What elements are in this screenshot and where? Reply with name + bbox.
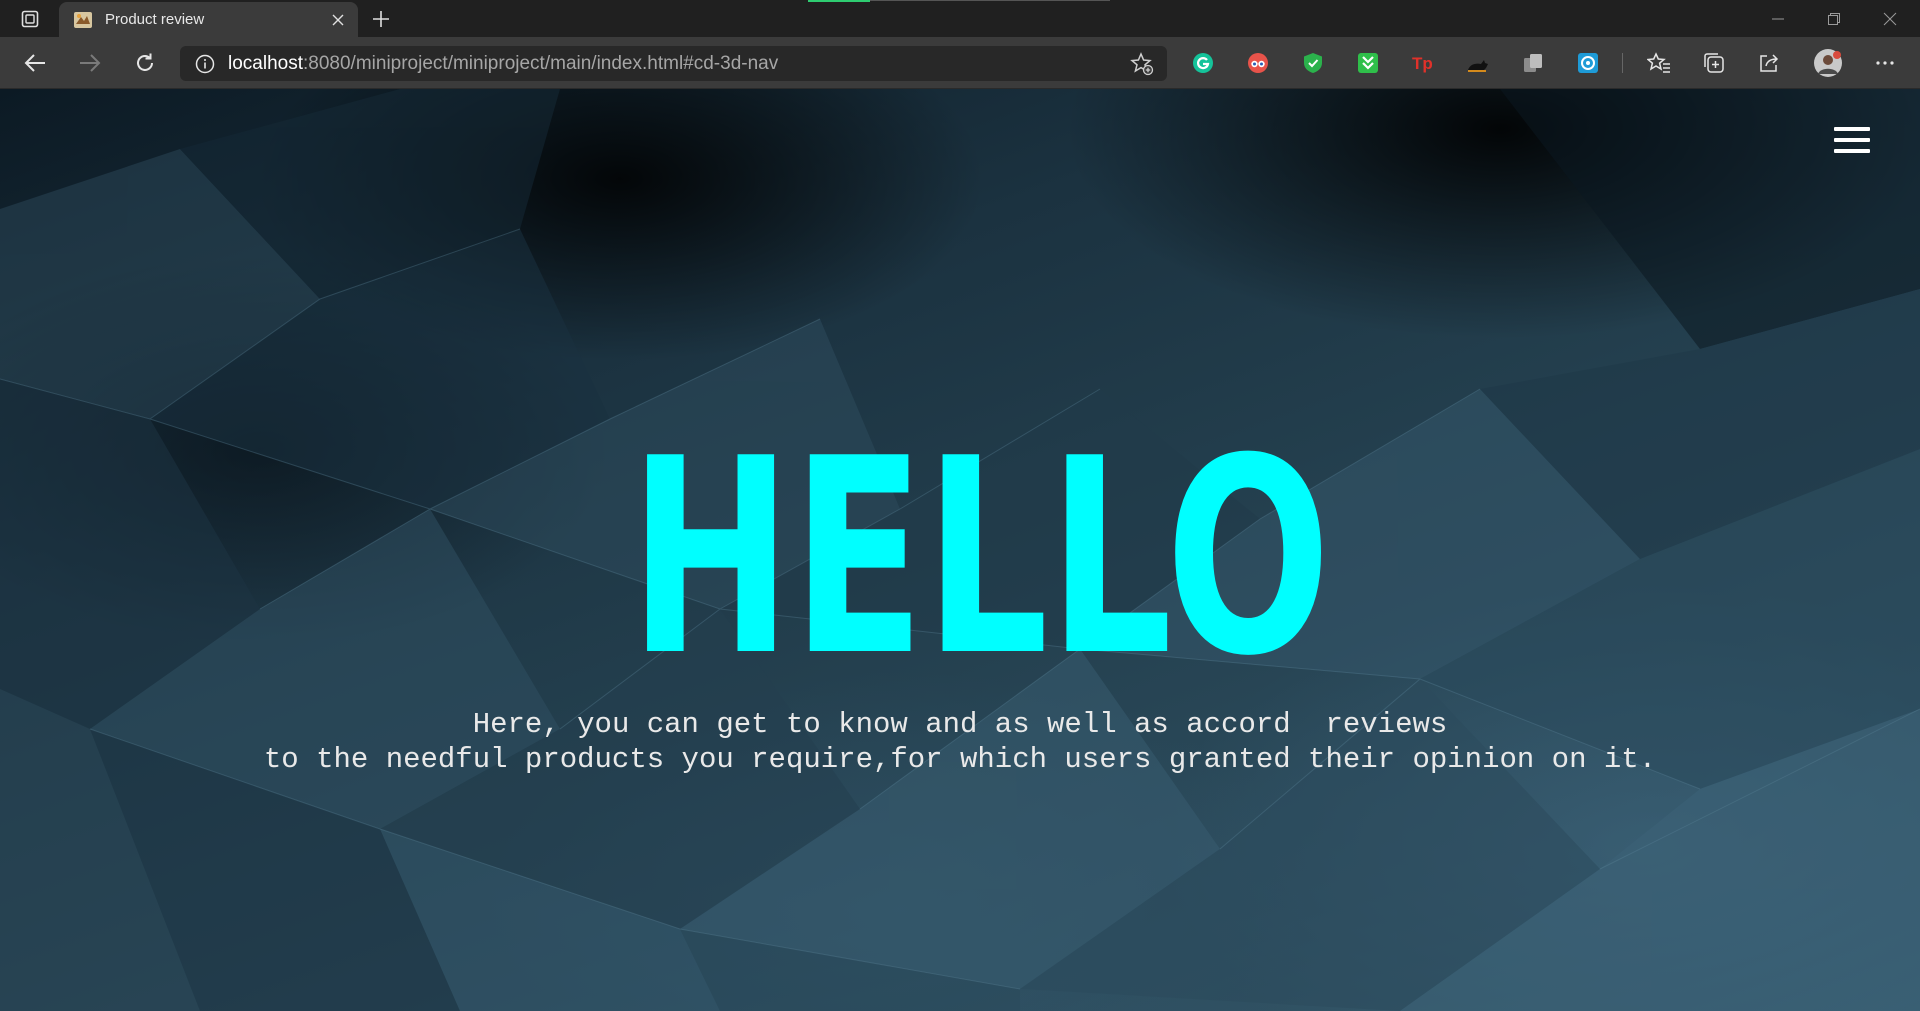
copy-extension-icon (1524, 54, 1542, 72)
close-icon (332, 14, 344, 25)
favorites-button[interactable] (1646, 50, 1672, 76)
star-add-icon (1130, 51, 1154, 75)
active-tab[interactable]: Product review (59, 2, 358, 37)
restore-button[interactable] (1806, 0, 1862, 37)
hello-heading-text: HELLO (629, 444, 1331, 664)
share-icon (1760, 54, 1779, 72)
tab-actions-icon (21, 10, 39, 28)
circle-extension[interactable] (1575, 50, 1601, 76)
circle-extension-icon (1578, 53, 1598, 73)
tab-actions-button[interactable] (14, 8, 46, 30)
cat-extension-icon (1468, 60, 1488, 72)
add-favorite-button[interactable] (1127, 49, 1157, 79)
more-icon (1876, 61, 1894, 65)
collections-icon (1704, 53, 1724, 73)
tp-extension-icon: Tp (1412, 54, 1433, 73)
browser-tab-bar: Product review (0, 0, 1920, 37)
loading-track (870, 0, 1110, 1)
minimize-button[interactable] (1750, 0, 1806, 37)
plus-icon (373, 11, 389, 27)
back-button[interactable] (17, 47, 53, 79)
shield-extension-icon (1304, 53, 1322, 73)
tab-close-button[interactable] (324, 6, 352, 34)
shield-extension[interactable] (1300, 50, 1326, 76)
settings-menu-button[interactable] (1872, 50, 1898, 76)
profile-button[interactable] (1813, 48, 1843, 78)
avatar (1814, 49, 1842, 77)
url-host: localhost (228, 52, 303, 74)
refresh-button[interactable] (127, 47, 163, 79)
download-extension[interactable] (1355, 50, 1381, 76)
grammarly-icon (1193, 53, 1213, 73)
eyes-extension-icon (1248, 53, 1268, 73)
forward-arrow-icon (80, 54, 101, 72)
hamburger-menu-icon (1834, 127, 1870, 131)
share-button[interactable] (1756, 50, 1782, 76)
close-window-button[interactable] (1862, 0, 1918, 37)
tp-extension[interactable]: Tp (1410, 50, 1436, 76)
url-path: :8080/miniproject/miniproject/main/index… (303, 52, 779, 74)
url-text[interactable]: localhost:8080/miniproject/miniproject/m… (228, 53, 1127, 75)
restore-icon (1828, 12, 1840, 25)
eyes-extension[interactable] (1245, 50, 1271, 76)
hamburger-menu-button[interactable] (1832, 125, 1872, 155)
new-tab-button[interactable] (366, 5, 396, 33)
hello-heading: HELLO (629, 402, 1331, 715)
product-review-favicon (74, 11, 92, 28)
close-window-icon (1883, 12, 1897, 25)
collections-button[interactable] (1701, 50, 1727, 76)
browser-toolbar: localhost:8080/miniproject/miniproject/m… (0, 37, 1920, 89)
copy-extension[interactable] (1520, 50, 1546, 76)
minimize-icon (1772, 18, 1784, 19)
refresh-icon (137, 53, 153, 71)
toolbar-separator (1622, 53, 1623, 73)
forward-button[interactable] (72, 47, 108, 79)
address-bar[interactable]: localhost:8080/miniproject/miniproject/m… (180, 46, 1167, 81)
cat-extension[interactable] (1465, 50, 1491, 76)
tagline: Here, you can get to know and as well as… (263, 708, 1657, 776)
loading-indicator (808, 0, 870, 2)
hero: HELLO (0, 402, 1920, 715)
favorites-icon (1647, 52, 1670, 73)
back-arrow-icon (24, 54, 45, 72)
site-info-button[interactable] (192, 51, 218, 77)
tab-title: Product review (105, 11, 205, 28)
page-viewport: HELLO Here, you can get to know and as w… (0, 89, 1920, 1011)
download-extension-icon (1358, 53, 1378, 73)
svg-text:Tp: Tp (1412, 54, 1433, 73)
info-icon (195, 54, 215, 73)
grammarly-extension[interactable] (1190, 50, 1216, 76)
